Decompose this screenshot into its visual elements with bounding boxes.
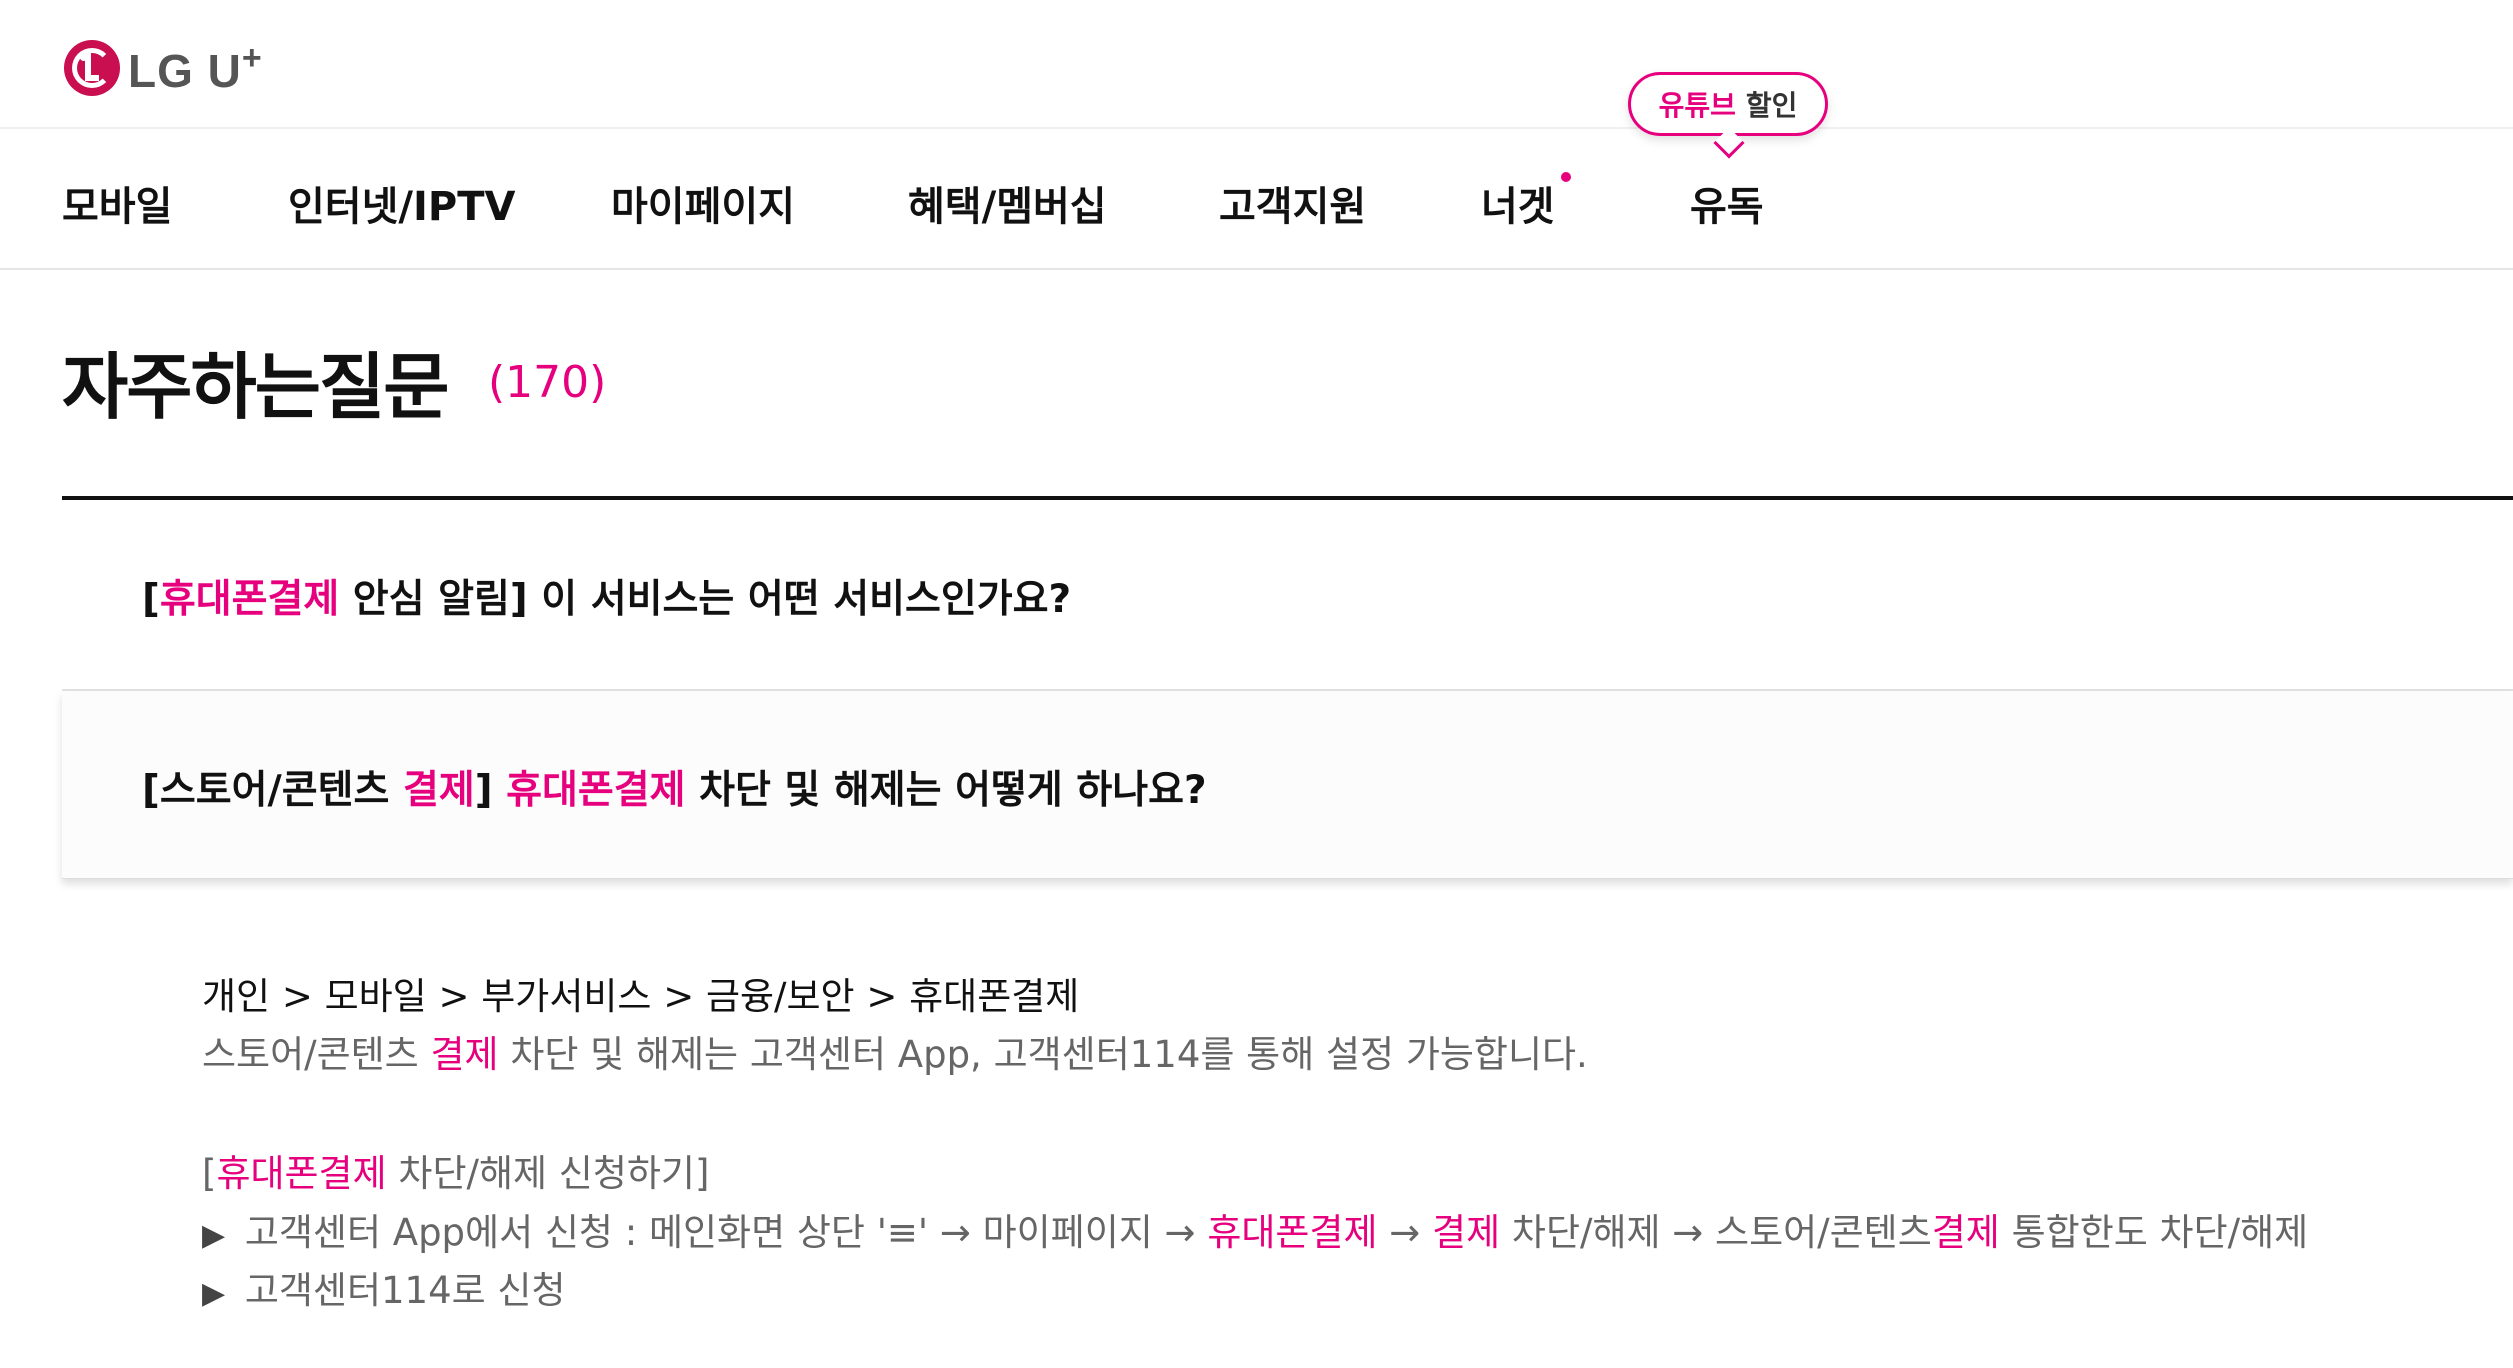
faq-count: (170) bbox=[488, 357, 607, 408]
nav-divider bbox=[0, 268, 2513, 270]
text-segment: 고객센터 App에서 신청 : 메인화면 상단 '≡' → 마이페이지 → bbox=[233, 1211, 1208, 1254]
nav-item-internet-iptv[interactable]: 인터넷/IPTV bbox=[288, 174, 515, 232]
highlight-keyword: 결제 bbox=[402, 768, 475, 813]
lg-face-icon bbox=[64, 40, 120, 96]
text-segment: 차단 및 해제는 어떻게 하나요? bbox=[685, 768, 1207, 813]
nav-item-mobile[interactable]: 모바일 bbox=[62, 174, 172, 232]
title-rule bbox=[62, 496, 2513, 500]
highlight-keyword: 휴대폰결제 bbox=[506, 768, 686, 813]
answer-line-1: 스토어/콘텐츠 결제 차단 및 해제는 고객센터 App, 고객센터114를 통… bbox=[202, 1024, 1588, 1078]
nav-item-mypage[interactable]: 마이페이지 bbox=[611, 174, 795, 232]
text-segment: 차단/해제 → 스토어/콘텐츠 bbox=[1500, 1211, 1932, 1254]
text-segment: 차단/해제 신청하기] bbox=[386, 1152, 710, 1195]
answer-line-3: ▶ 고객센터 App에서 신청 : 메인화면 상단 '≡' → 마이페이지 → … bbox=[202, 1202, 2308, 1256]
new-badge-dot bbox=[1561, 172, 1571, 182]
highlight-keyword: 결제 bbox=[430, 1033, 499, 1076]
nav-item-yudok[interactable]: 유독 bbox=[1690, 174, 1764, 232]
tooltip-highlight: 유튜브 bbox=[1658, 89, 1736, 122]
text-segment: 차단 및 해제는 고객센터 App, 고객센터114를 통해 설정 가능합니다. bbox=[498, 1033, 1588, 1076]
answer-line-4-text: 고객센터114로 신청 bbox=[233, 1269, 566, 1312]
faq-question-2[interactable]: [스토어/콘텐츠 결제] 휴대폰결제 차단 및 해제는 어떻게 하나요? bbox=[142, 759, 1207, 815]
bullet-arrow-icon: ▶ bbox=[202, 1276, 226, 1311]
logo-wordmark: LG U+ bbox=[128, 38, 263, 97]
text-segment: 안심 알림] 이 서비스는 어떤 서비스인가요? bbox=[339, 577, 1072, 622]
tooltip-text: 할인 bbox=[1745, 89, 1798, 122]
main-navigation: 모바일 인터넷/IPTV 마이페이지 혜택/멤버십 고객지원 너겟 유독 bbox=[0, 160, 2513, 240]
text-segment: → bbox=[1377, 1211, 1433, 1254]
text-segment: 스토어/콘텐츠 bbox=[202, 1033, 431, 1076]
answer-line-2: [휴대폰결제 차단/해제 신청하기] bbox=[202, 1143, 709, 1197]
faq-question-1[interactable]: [휴대폰결제 안심 알림] 이 서비스는 어떤 서비스인가요? bbox=[142, 568, 1071, 624]
highlight-keyword: 휴대폰결제 bbox=[1207, 1211, 1378, 1254]
nav-item-benefits-membership[interactable]: 혜택/멤버십 bbox=[908, 174, 1107, 232]
answer-line-3-text: 고객센터 App에서 신청 : 메인화면 상단 '≡' → 마이페이지 → 휴대… bbox=[233, 1211, 2308, 1254]
highlight-keyword: 휴대폰결제 bbox=[159, 577, 340, 622]
youtube-discount-tooltip[interactable]: 유튜브 할인 bbox=[1628, 72, 1828, 136]
text-segment: ] bbox=[474, 768, 507, 813]
highlight-keyword: 결제 bbox=[1931, 1211, 2000, 1254]
header-divider bbox=[0, 127, 2513, 129]
bullet-arrow-icon: ▶ bbox=[202, 1218, 226, 1253]
text-segment: 고객센터114로 신청 bbox=[233, 1269, 566, 1312]
text-segment: [스토어/콘텐츠 bbox=[142, 768, 403, 813]
answer-category-path: 개인 > 모바일 > 부가서비스 > 금융/보안 > 휴대폰결제 bbox=[202, 975, 1080, 1018]
highlight-keyword: 휴대폰결제 bbox=[216, 1152, 387, 1195]
text-segment: 통합한도 차단/해제 bbox=[1999, 1211, 2309, 1254]
nav-item-customer-support[interactable]: 고객지원 bbox=[1219, 174, 1366, 232]
text-segment: [ bbox=[142, 577, 160, 622]
highlight-keyword: 결제 bbox=[1432, 1211, 1501, 1254]
text-segment: [ bbox=[202, 1152, 217, 1195]
page-title: 자주하는질문 bbox=[62, 345, 449, 429]
answer-line-4: ▶ 고객센터114로 신청 bbox=[202, 1260, 566, 1314]
lg-uplus-logo[interactable]: LG U+ bbox=[64, 38, 263, 98]
nav-item-nugget[interactable]: 너겟 bbox=[1481, 174, 1555, 232]
